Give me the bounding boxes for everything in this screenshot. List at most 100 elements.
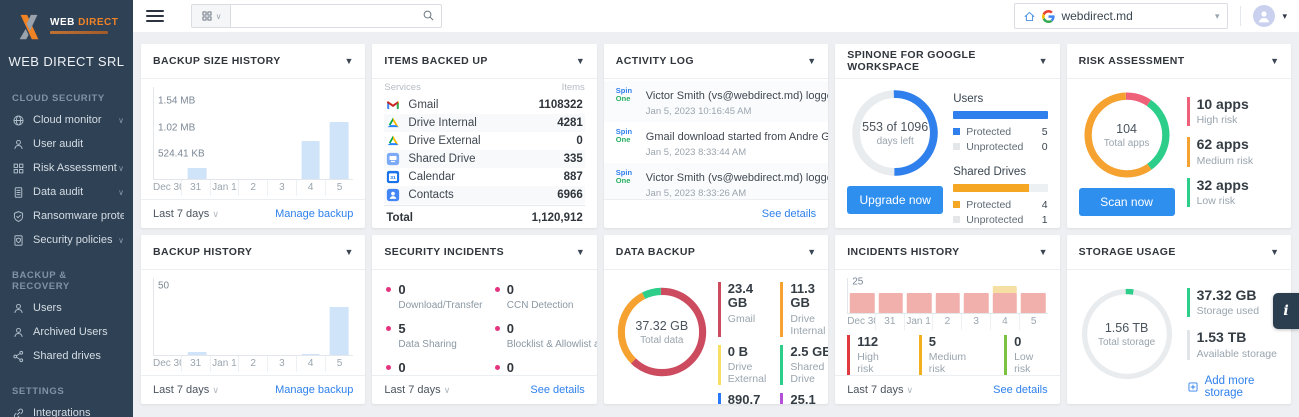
activity-entry[interactable]: Spin One Gmail download started from Andre…	[604, 122, 828, 163]
logo-word-direct: DIRECT	[78, 17, 119, 28]
logo-word-web: WEB	[50, 17, 75, 28]
stat-medium-risk: 62 apps Medium risk	[1186, 136, 1279, 167]
card-menu-caret[interactable]: ▼	[807, 56, 816, 66]
main-content: BACKUP SIZE HISTORY ▼ 1.54 MB 1.02 MB 524.4…	[133, 32, 1299, 417]
legend-calendar: 890.7 KBCalendar	[717, 392, 771, 404]
sidebar-item-integrations[interactable]: Integrations	[0, 401, 133, 417]
avatar[interactable]	[1253, 5, 1276, 27]
search-group: ∨	[191, 4, 442, 28]
stat-storage-used: 37.32 GB Storage used	[1186, 287, 1279, 318]
sidebar-item-ransomware-protection[interactable]: Ransomware protection	[0, 204, 133, 228]
stat-medium-risk: 5 Medium risk	[918, 334, 978, 375]
card-title: RISK ASSESSMENT	[1078, 55, 1185, 67]
see-details-link[interactable]: See details	[762, 208, 816, 220]
sidebar-item-shared-drives[interactable]: Shared drives	[0, 344, 133, 368]
legend-drive-external: 0 B Drive External	[717, 344, 771, 385]
range-select[interactable]: Last 7 days ∨	[847, 384, 913, 396]
legend-swatch	[953, 143, 961, 150]
card-data-backup: DATA BACKUP ▼ 37.32 GB Total data 23.4 GB G…	[603, 235, 829, 404]
items-table: Services Items Gmail 1108322 Drive Interna…	[372, 79, 596, 228]
chevron-down-icon: ∨	[118, 187, 124, 197]
account-menu-caret[interactable]: ▾	[1282, 11, 1287, 22]
upgrade-now-button[interactable]: Upgrade now	[847, 186, 944, 214]
table-row-drive-external[interactable]: Drive External 0	[384, 132, 584, 150]
card-spinone: SPINONE FOR GOOGLE WORKSPACE ▼ 553 of 109…	[835, 44, 1060, 228]
card-menu-caret[interactable]: ▼	[344, 56, 353, 66]
sidebar-item-cloud-monitor[interactable]: Cloud monitor ∨	[0, 108, 133, 132]
table-row-contacts[interactable]: Contacts 6966	[384, 186, 585, 204]
drive-icon	[386, 116, 400, 130]
card-menu-caret[interactable]: ▼	[807, 247, 816, 257]
activity-time: Jan 5, 2023 10:16:45 AM	[645, 106, 752, 117]
card-menu-caret[interactable]: ▼	[576, 247, 585, 257]
search-scope-select[interactable]: ∨	[191, 4, 230, 28]
range-select[interactable]: Last 7 days ∨	[153, 384, 219, 396]
drive-icon	[386, 134, 400, 148]
card-menu-caret[interactable]: ▼	[1039, 56, 1048, 66]
card-menu-caret[interactable]: ▼	[344, 247, 353, 257]
legend-swatch	[953, 216, 961, 223]
sidebar-item-risk-assessment[interactable]: Risk Assessment ∨	[0, 156, 133, 180]
manage-backup-link[interactable]: Manage backup	[275, 384, 353, 396]
topbar: ∨ webdirect.md ▾ ▾	[133, 0, 1299, 33]
card-menu-caret[interactable]: ▼	[1270, 56, 1279, 66]
see-details-link[interactable]: See details	[530, 384, 584, 396]
range-select[interactable]: Last 7 days ∨	[153, 208, 219, 220]
activity-time: Jan 5, 2023 8:33:26 AM	[645, 188, 747, 199]
backup-size-chart: 1.54 MB1.02 MB524.41 KBDec 3031Jan 12345	[141, 79, 365, 199]
document-icon	[12, 186, 25, 199]
card-activity-log: ACTIVITY LOG ▼ Spin One Victor Smith (vs@we…	[603, 44, 829, 228]
table-total-row: Total 1,120,912	[384, 205, 585, 228]
company-name: WEB DIRECT SRL	[8, 54, 125, 69]
see-details-link[interactable]: See details	[993, 384, 1047, 396]
stat-data-sharing: 5 Data Sharing	[386, 321, 486, 350]
sidebar-item-security-policies[interactable]: Security policies ∨	[0, 228, 133, 252]
table-row-calendar[interactable]: 31 Calendar 887	[384, 168, 584, 186]
dot-icon	[386, 365, 392, 370]
spinone-icon: Spin One	[615, 86, 633, 103]
card-menu-caret[interactable]: ▼	[1270, 247, 1279, 257]
search-input[interactable]	[230, 4, 442, 28]
card-risk-assessment: RISK ASSESSMENT ▼ 104 Total apps Scan now …	[1066, 44, 1291, 228]
card-title: INCIDENTS HISTORY	[847, 246, 960, 258]
incident-stats: 0 Download/Transfer 0 CCN Detection 5 Data …	[372, 270, 597, 375]
chevron-down-icon: ∨	[215, 11, 222, 21]
stat-high-risk: 112 High risk	[847, 334, 893, 375]
card-menu-caret[interactable]: ▼	[576, 56, 585, 66]
table-row-drive-internal[interactable]: Drive Internal 4281	[384, 114, 585, 132]
chevron-down-icon: ∨	[118, 163, 124, 173]
days-left-donut: 553 of 1096 days left	[851, 89, 939, 177]
sidebar-item-data-audit[interactable]: Data audit ∨	[0, 180, 133, 204]
storage-donut: 1.56 TB Total storage	[1079, 286, 1175, 382]
user-icon	[12, 138, 25, 151]
search-box	[230, 4, 442, 28]
add-more-storage-link[interactable]: Add more storage	[1187, 375, 1279, 399]
manage-backup-link[interactable]: Manage backup	[275, 208, 353, 220]
table-row-shared-drive[interactable]: Shared Drive 335	[384, 150, 585, 168]
activity-entry[interactable]: Spin One Victor Smith (vs@webdirect.md) lo…	[603, 163, 829, 199]
person-icon	[1256, 8, 1272, 24]
sidebar-item-user-audit[interactable]: User audit	[0, 132, 133, 156]
scan-now-button[interactable]: Scan now	[1078, 188, 1175, 216]
backup-history-chart: 50Dec 3031Jan 12345	[141, 270, 365, 375]
nav-section-cloud-security: CLOUD SECURITY	[12, 93, 105, 104]
stat-download-transfer: 0 Download/Transfer	[386, 282, 486, 311]
table-row-gmail[interactable]: Gmail 1108322	[384, 96, 584, 114]
dot-icon	[494, 365, 500, 370]
card-menu-caret[interactable]: ▼	[1039, 247, 1048, 257]
activity-entry[interactable]: Spin One Victor Smith (vs@webdirect.md) lo…	[603, 81, 829, 122]
stat-ransomware-attack: 0Ransomware attack	[386, 360, 486, 375]
chevron-down-icon: ▾	[1214, 10, 1220, 21]
domain-value: webdirect.md	[1061, 9, 1133, 23]
sidebar-item-archived-users[interactable]: Archived Users	[0, 320, 133, 344]
sidebar-item-users[interactable]: Users	[0, 296, 133, 320]
shield-check-icon	[12, 210, 25, 223]
legend-swatch	[953, 128, 961, 135]
dot-icon	[386, 287, 392, 292]
menu-button[interactable]	[146, 7, 164, 25]
info-button[interactable]: i	[1273, 293, 1299, 329]
domain-select[interactable]: webdirect.md ▾	[1014, 3, 1229, 29]
range-select[interactable]: Last 7 days ∨	[384, 384, 450, 396]
nav-section-settings: SETTINGS	[12, 386, 65, 397]
apps-grid-icon	[201, 10, 213, 22]
